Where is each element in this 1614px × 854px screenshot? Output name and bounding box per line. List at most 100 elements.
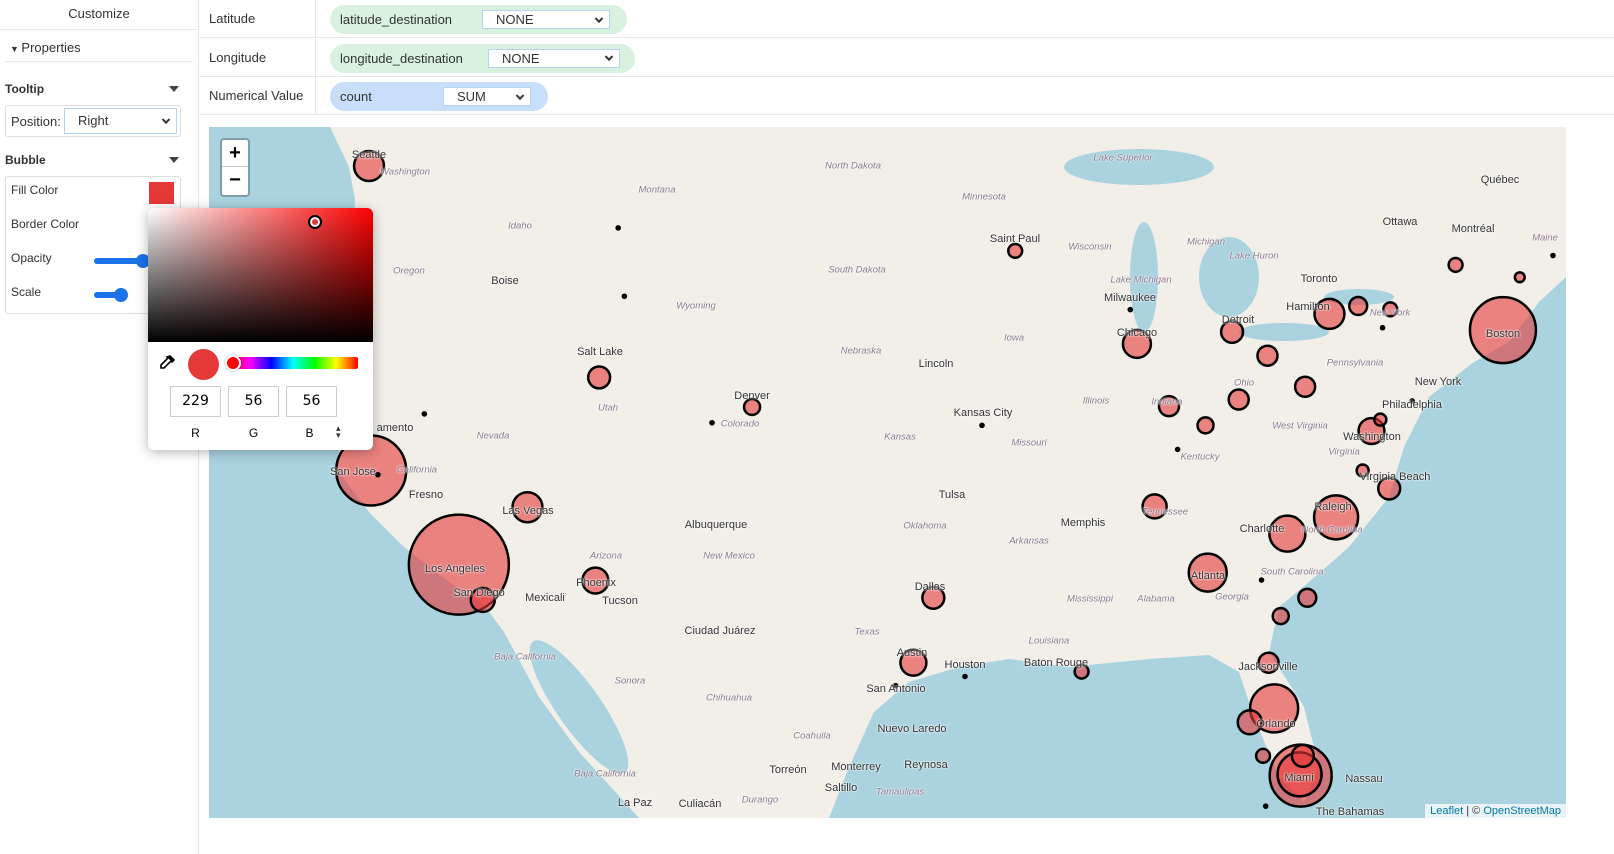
city-label: Charlotte — [1239, 523, 1285, 535]
red-label: R — [191, 426, 200, 440]
bubble-marker[interactable] — [1196, 416, 1215, 435]
eyedropper-icon[interactable] — [159, 355, 176, 376]
fill-color-swatch[interactable] — [149, 182, 174, 204]
city-label: Kansas City — [953, 407, 1013, 419]
map-dot[interactable] — [421, 411, 428, 417]
bubble-marker[interactable] — [1373, 412, 1388, 427]
opacity-slider[interactable] — [94, 254, 154, 268]
bubble-marker[interactable] — [1271, 606, 1291, 626]
city-label: Phoenix — [576, 577, 616, 589]
bubble-marker[interactable] — [1256, 344, 1279, 367]
city-label: San Diego — [453, 587, 505, 599]
city-label: Dallas — [914, 581, 946, 593]
city-label: La Paz — [617, 797, 653, 809]
aggregation-select[interactable]: NONE — [488, 48, 620, 68]
scale-slider-handle[interactable] — [114, 288, 128, 302]
position-value: Right — [78, 113, 109, 128]
zoom-out-button[interactable]: − — [222, 167, 248, 194]
city-label: Albuquerque — [684, 519, 748, 531]
zoom-in-button[interactable]: + — [222, 140, 248, 167]
aggregation-select[interactable]: SUM — [443, 87, 531, 106]
city-label: Tulsa — [938, 489, 966, 501]
map-dot[interactable] — [1262, 803, 1269, 809]
attribution: Leaflet | © OpenStreetMap — [1425, 804, 1566, 818]
bubble-marker[interactable] — [1447, 256, 1464, 274]
field-pill[interactable]: latitude_destination NONE — [330, 5, 627, 34]
city-label: Ciudad Juárez — [684, 625, 756, 637]
region-label: Louisiana — [1028, 635, 1070, 647]
region-label: Idaho — [508, 220, 532, 232]
map-dot[interactable] — [1127, 306, 1134, 313]
region-label: Minnesota — [962, 191, 1006, 203]
region-label: New Mexico — [703, 550, 755, 562]
color-preview — [188, 349, 219, 380]
city-label: Lincoln — [918, 358, 954, 370]
region-label: California — [396, 464, 438, 476]
tooltip-section-toggle[interactable]: Tooltip — [5, 82, 181, 96]
saturation-area[interactable] — [148, 208, 373, 342]
bubble-marker[interactable] — [1513, 271, 1526, 284]
bubble-marker[interactable] — [1227, 388, 1250, 411]
city-label: Salt Lake — [577, 346, 623, 358]
blue-input[interactable]: 56 — [286, 386, 337, 417]
region-label: Maine — [1532, 232, 1558, 244]
city-label: Monterrey — [831, 761, 881, 773]
bubble-marker[interactable] — [1007, 242, 1024, 260]
bubble-map[interactable]: Seattle Boise Salt Lake amento San Jose Fresn… — [209, 127, 1566, 818]
region-label: South Carolina — [1260, 566, 1324, 578]
red-input[interactable]: 229 — [170, 386, 221, 417]
caret-down-icon: ▼ — [10, 44, 22, 54]
region-label: Lake Huron — [1229, 250, 1279, 262]
city-label: Nassau — [1345, 773, 1383, 785]
map-dot[interactable] — [709, 419, 715, 426]
aggregation-value: NONE — [496, 12, 534, 27]
position-select[interactable]: Right — [64, 108, 177, 134]
map-dot[interactable] — [615, 225, 621, 231]
leaflet-link[interactable]: Leaflet — [1430, 805, 1463, 817]
bubble-marker[interactable] — [1293, 375, 1317, 399]
region-label: Arkansas — [1009, 535, 1049, 547]
bubble-marker[interactable] — [1348, 295, 1369, 317]
city-label: Denver — [734, 390, 770, 402]
bubble-marker[interactable] — [1297, 587, 1318, 608]
aggregation-select[interactable]: NONE — [482, 10, 610, 29]
map-dot[interactable] — [1379, 324, 1386, 331]
region-label: Montana — [638, 184, 676, 196]
field-pill[interactable]: longitude_destination NONE — [330, 43, 635, 73]
bubble-marker[interactable] — [586, 365, 612, 390]
region-label: Nebraska — [840, 345, 882, 357]
city-label: Mexicali — [525, 592, 565, 604]
city-label: Boise — [491, 275, 519, 287]
region-label: Wyoming — [676, 300, 716, 312]
green-input[interactable]: 56 — [228, 386, 279, 417]
map-dot[interactable] — [1258, 577, 1265, 583]
bubble-marker[interactable] — [1290, 743, 1316, 769]
hue-handle[interactable] — [225, 355, 241, 371]
map-dot[interactable] — [979, 422, 985, 429]
updown-icon[interactable]: ▴ ▾ — [336, 424, 341, 440]
city-label: Las Vegas — [502, 505, 554, 517]
region-label: Nevada — [476, 430, 510, 442]
region-label: South Dakota — [828, 264, 886, 276]
region-label: Michigan — [1186, 236, 1226, 248]
map-dot[interactable] — [1550, 252, 1556, 259]
saturation-handle[interactable] — [308, 215, 322, 229]
caret-down-icon — [169, 157, 179, 163]
hue-slider[interactable] — [225, 355, 358, 371]
scale-slider[interactable] — [94, 288, 128, 302]
opacity-label: Opacity — [11, 251, 52, 265]
field-pill[interactable]: count SUM — [330, 82, 548, 111]
openstreetmap-link[interactable]: OpenStreetMap — [1483, 805, 1561, 817]
city-label: Memphis — [1060, 517, 1106, 529]
map-dot[interactable] — [962, 673, 968, 680]
bubble-marker[interactable] — [1254, 747, 1272, 765]
city-label: Philadelphia — [1382, 399, 1442, 411]
field-label: Longitude — [209, 49, 267, 65]
bubble-section-toggle[interactable]: Bubble — [5, 153, 181, 167]
map-dot[interactable] — [621, 293, 628, 300]
region-label: Chihuahua — [706, 692, 752, 704]
green-label: G — [248, 426, 259, 440]
properties-toggle[interactable]: ▼ Properties — [5, 30, 193, 62]
position-label: Position: — [11, 114, 61, 129]
city-label: amento — [376, 422, 414, 434]
